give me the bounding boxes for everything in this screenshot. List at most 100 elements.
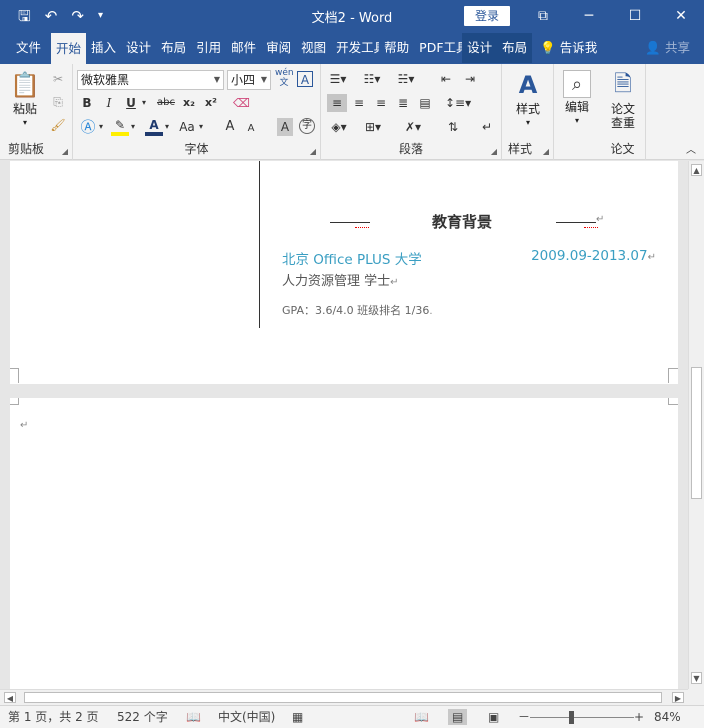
page-count[interactable]: 第 1 页，共 2 页 xyxy=(8,709,99,725)
chinese-layout-icon[interactable]: ✗▾ xyxy=(401,118,425,136)
chevron-down-icon[interactable]: ▾ xyxy=(97,118,105,136)
styles-launcher-icon[interactable]: ◢ xyxy=(543,147,549,156)
vertical-scrollbar[interactable]: ▲ ▼ xyxy=(688,161,704,689)
multilevel-list-icon[interactable]: ☵▾ xyxy=(395,70,417,88)
gpa-rank[interactable]: GPA：3.6/4.0 班级排名 1/36. xyxy=(282,302,433,318)
vertical-scroll-thumb[interactable] xyxy=(691,367,702,499)
word-count[interactable]: 522 个字 xyxy=(117,709,168,725)
italic-button[interactable]: I xyxy=(101,94,117,112)
share-button[interactable]: 👤 共享 xyxy=(640,33,704,63)
clear-formatting-icon[interactable]: ⌫ xyxy=(233,94,250,112)
chevron-down-icon[interactable]: ▾ xyxy=(139,94,149,112)
language-indicator[interactable]: 中文(中国) xyxy=(218,709,275,725)
increase-indent-icon[interactable]: ⇥ xyxy=(461,70,479,88)
styles-button[interactable]: A 样式 ▾ xyxy=(508,70,548,130)
strikethrough-button[interactable]: abc xyxy=(155,94,177,112)
shading-icon[interactable]: ◈▾ xyxy=(327,118,351,136)
cut-icon[interactable]: ✂ xyxy=(50,70,66,88)
tab-table-layout[interactable]: 布局 xyxy=(497,33,533,63)
decrease-indent-icon[interactable]: ⇤ xyxy=(437,70,455,88)
justify-icon[interactable]: ≣ xyxy=(393,94,413,112)
font-size-select[interactable]: 小四 ▼ xyxy=(227,70,271,90)
character-border-icon[interactable]: A xyxy=(297,71,313,87)
phonetic-guide-icon[interactable]: wén 文 xyxy=(275,68,294,88)
text-effects-icon[interactable]: Ⓐ xyxy=(79,118,97,136)
tab-file[interactable]: 文件 xyxy=(6,33,51,63)
tab-help[interactable]: 帮助 xyxy=(379,33,414,63)
paper-check-button[interactable]: 🗎 论文 查重 xyxy=(604,70,642,130)
tab-references[interactable]: 引用 xyxy=(191,33,226,63)
paragraph-launcher-icon[interactable]: ◢ xyxy=(491,147,497,156)
university-name[interactable]: 北京 Office PLUS 大学 xyxy=(282,248,422,268)
major-degree[interactable]: 人力资源管理 学士↵ xyxy=(282,270,399,289)
bold-button[interactable]: B xyxy=(79,94,95,112)
collapse-ribbon-icon[interactable]: ︿ xyxy=(684,142,698,160)
tab-home[interactable]: 开始 xyxy=(51,33,87,65)
scroll-right-icon[interactable]: ▶ xyxy=(672,692,684,703)
paste-button[interactable]: 📋 粘贴 ▾ xyxy=(6,70,44,130)
zoom-slider-track[interactable] xyxy=(530,717,634,718)
tab-view[interactable]: 视图 xyxy=(296,33,331,63)
zoom-in-button[interactable]: + xyxy=(634,709,644,725)
maximize-icon[interactable]: ☐ xyxy=(612,0,658,32)
zoom-slider-knob[interactable] xyxy=(569,711,574,724)
scroll-up-icon[interactable]: ▲ xyxy=(691,164,702,176)
subscript-button[interactable]: x₂ xyxy=(181,94,197,112)
underline-button[interactable]: U xyxy=(123,94,139,112)
section-heading[interactable]: 教育背景 xyxy=(432,211,492,232)
font-color-icon[interactable]: A xyxy=(145,118,163,136)
tab-table-design[interactable]: 设计 xyxy=(462,33,498,63)
superscript-button[interactable]: x² xyxy=(203,94,219,112)
tab-review[interactable]: 审阅 xyxy=(261,33,296,63)
copy-icon[interactable]: ⎘ xyxy=(50,93,66,111)
zoom-out-button[interactable]: － xyxy=(518,709,530,725)
web-layout-icon[interactable]: ▣ xyxy=(488,709,499,725)
borders-icon[interactable]: ⊞▾ xyxy=(361,118,385,136)
align-right-icon[interactable]: ≡ xyxy=(371,94,391,112)
font-launcher-icon[interactable]: ◢ xyxy=(310,147,316,156)
tab-layout[interactable]: 布局 xyxy=(156,33,191,63)
align-left-icon[interactable]: ≡ xyxy=(327,94,347,112)
tab-developer[interactable]: 开发工具 xyxy=(331,33,379,63)
horizontal-scroll-thumb[interactable] xyxy=(24,692,662,703)
change-case-button[interactable]: Aa xyxy=(177,118,197,136)
shrink-font-button[interactable]: A xyxy=(245,120,257,138)
bullets-icon[interactable]: ☰▾ xyxy=(327,70,349,88)
enclose-characters-button[interactable]: 字 xyxy=(299,118,315,134)
page-1[interactable]: 教育背景 ↵ 北京 Office PLUS 大学 2009.09-2013.07… xyxy=(10,161,678,384)
close-icon[interactable]: ✕ xyxy=(658,0,704,32)
date-range[interactable]: 2009.09-2013.07↵ xyxy=(531,248,656,264)
align-center-icon[interactable]: ≡ xyxy=(349,94,369,112)
zoom-level[interactable]: 84% xyxy=(654,709,681,725)
editing-button[interactable]: ⌕ 编辑 ▾ xyxy=(558,70,596,128)
chevron-down-icon[interactable]: ▾ xyxy=(197,118,205,136)
grow-font-button[interactable]: A xyxy=(223,118,237,136)
print-layout-icon[interactable]: ▤ xyxy=(448,709,468,725)
tab-insert[interactable]: 插入 xyxy=(86,33,121,63)
distributed-icon[interactable]: ▤ xyxy=(415,94,435,112)
sort-icon[interactable]: ⇅ xyxy=(445,118,461,136)
tab-mailings[interactable]: 邮件 xyxy=(226,33,261,63)
chevron-down-icon[interactable]: ▾ xyxy=(163,118,171,136)
macro-icon[interactable]: ▦ xyxy=(292,709,303,725)
clipboard-launcher-icon[interactable]: ◢ xyxy=(62,147,68,156)
ribbon-display-icon[interactable]: ⧉ xyxy=(520,0,566,32)
tab-design[interactable]: 设计 xyxy=(121,33,156,63)
proofing-icon[interactable]: 📖 xyxy=(186,709,201,725)
scroll-left-icon[interactable]: ◀ xyxy=(4,692,16,703)
format-painter-icon[interactable]: 🖌 xyxy=(50,116,66,134)
login-button[interactable]: 登录 xyxy=(464,6,510,26)
read-mode-icon[interactable]: 📖 xyxy=(414,709,429,725)
chevron-down-icon[interactable]: ▾ xyxy=(129,118,137,136)
numbering-icon[interactable]: ☷▾ xyxy=(361,70,383,88)
highlight-icon[interactable]: ✎ xyxy=(111,118,129,136)
scroll-down-icon[interactable]: ▼ xyxy=(691,672,702,684)
horizontal-scrollbar[interactable]: ◀ ▶ xyxy=(0,689,688,705)
minimize-icon[interactable]: ─ xyxy=(566,0,612,32)
tell-me-box[interactable]: 💡 告诉我 xyxy=(532,33,602,63)
character-shading-button[interactable]: A xyxy=(277,118,293,136)
show-marks-icon[interactable]: ↵ xyxy=(479,118,495,136)
line-spacing-icon[interactable]: ↕≡▾ xyxy=(445,94,471,112)
document-area[interactable]: 教育背景 ↵ 北京 Office PLUS 大学 2009.09-2013.07… xyxy=(0,161,688,689)
tab-pdf-tools[interactable]: PDF工具 xyxy=(414,33,462,63)
